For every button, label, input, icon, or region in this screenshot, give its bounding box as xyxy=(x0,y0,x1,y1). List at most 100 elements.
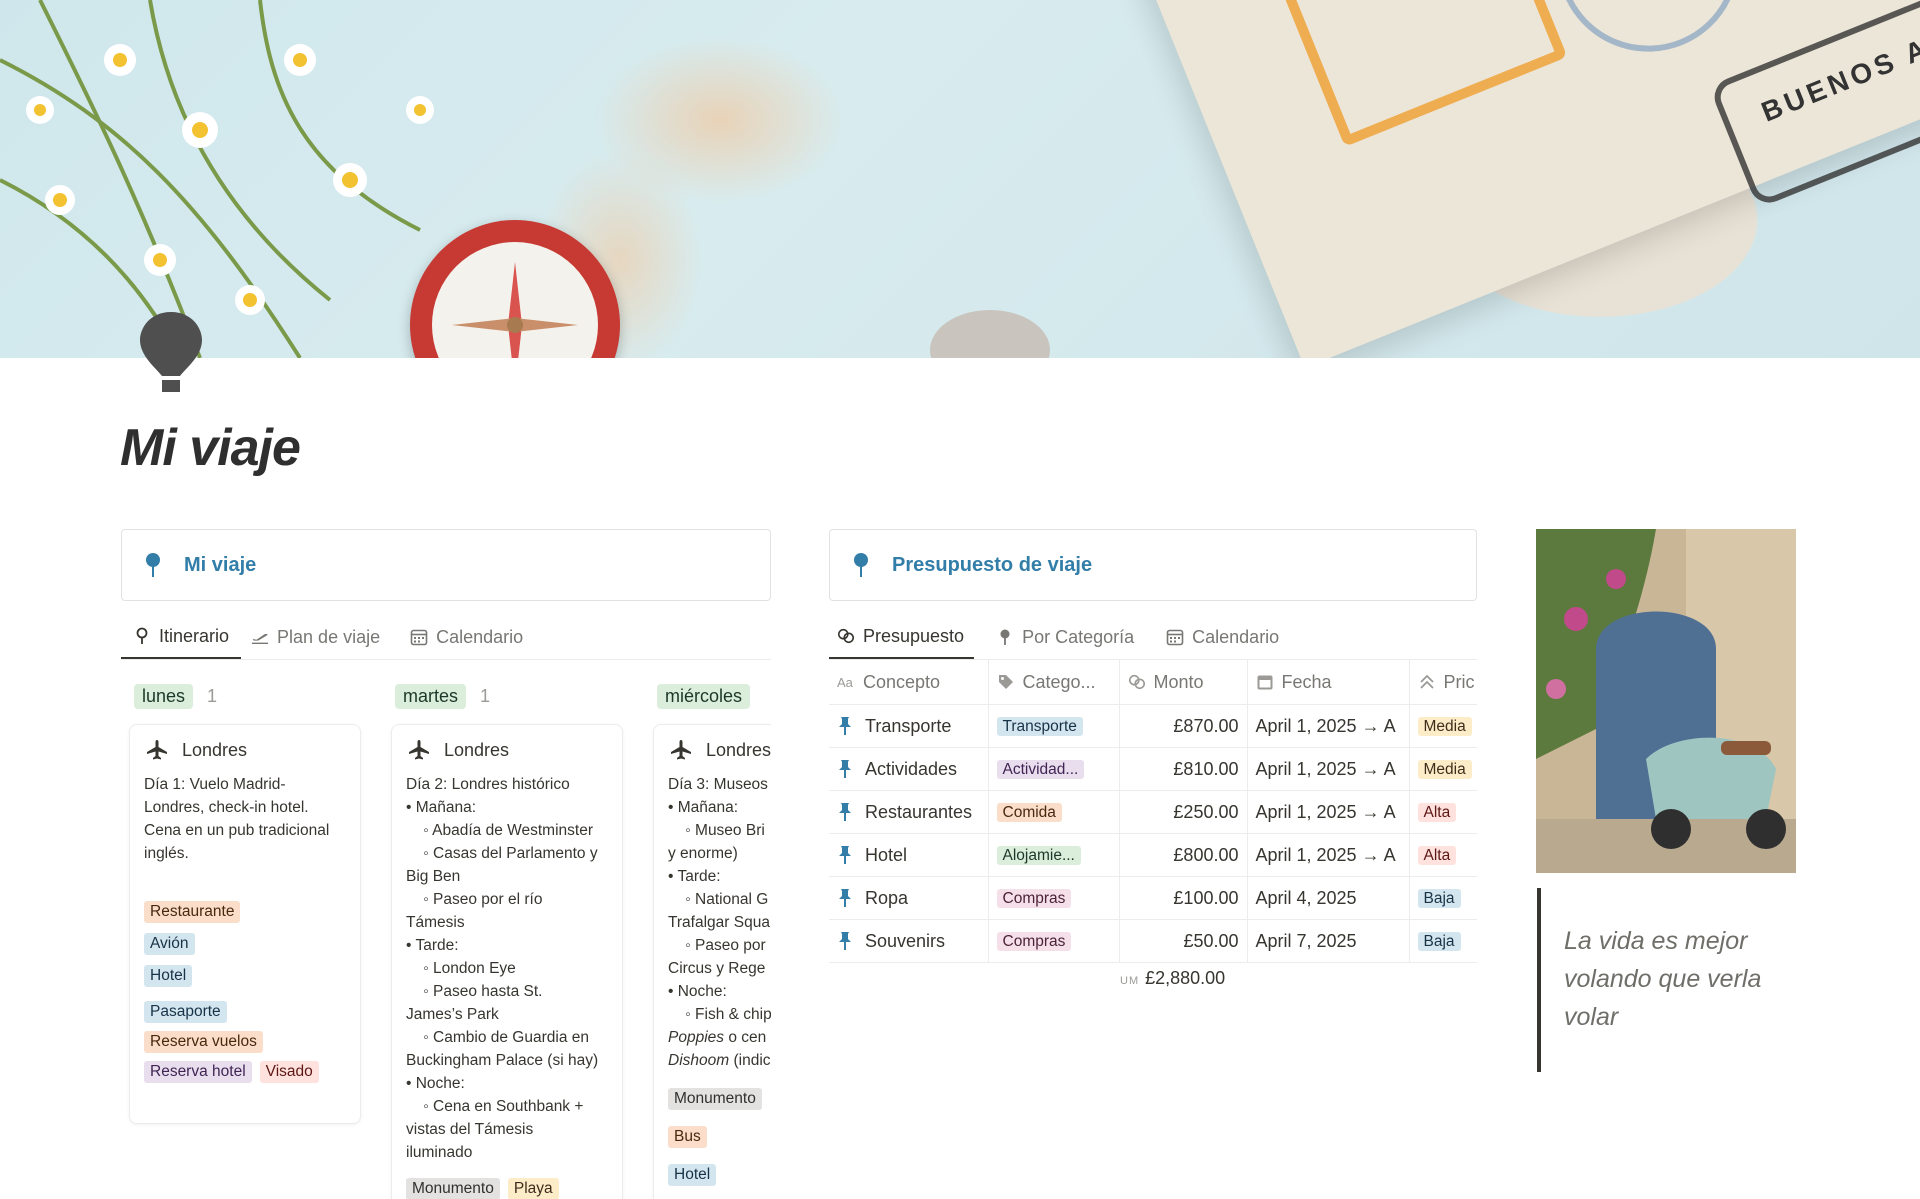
cell-fecha[interactable]: April 7, 2025 xyxy=(1247,919,1410,963)
cell-fecha[interactable]: April 1, 2025 → A xyxy=(1247,704,1410,748)
table-row[interactable]: Transporte Transporte £870.00 April 1, 2025… xyxy=(829,704,1477,748)
money-exchange-icon xyxy=(837,628,855,644)
column-header-categoria[interactable]: Catego... xyxy=(988,660,1120,705)
page-title: Mi viaje xyxy=(120,419,301,477)
cover-image: BUENOS AIRES xyxy=(0,0,1920,358)
pushpin-icon xyxy=(839,760,851,778)
cell-prioridad[interactable]: Baja xyxy=(1409,876,1477,920)
quote-text: La vida es mejor volando que verla volar xyxy=(1564,927,1762,1031)
category-tag: Comida xyxy=(996,803,1062,822)
group-count: 1 xyxy=(480,686,491,706)
cell-concepto[interactable]: Hotel xyxy=(829,833,989,877)
pin-icon xyxy=(854,553,868,577)
tag-playa: Playa xyxy=(507,1178,559,1199)
tab-itinerario[interactable]: Itinerario xyxy=(121,615,242,659)
board-card-lunes[interactable]: Londres Día 1: Vuelo Madrid- Londres, ch… xyxy=(129,724,361,1124)
cover-stamp-round xyxy=(1529,0,1767,80)
board-card-martes[interactable]: Londres Día 2: Londres histórico • Mañan… xyxy=(391,724,623,1199)
tag-avion: Avión xyxy=(144,933,195,955)
column-header-prioridad[interactable]: Pric xyxy=(1409,660,1477,705)
tab-calendario[interactable]: Calendario xyxy=(400,615,533,659)
tag-monumento: Monumento xyxy=(668,1088,762,1110)
airplane-takeoff-icon xyxy=(251,633,269,645)
group-count: 1 xyxy=(207,686,218,706)
tag-visado: Visado xyxy=(259,1061,319,1083)
cell-prioridad[interactable]: Alta xyxy=(1409,790,1477,834)
pin-icon xyxy=(1000,629,1010,645)
cell-fecha[interactable]: April 1, 2025 → A xyxy=(1247,747,1410,791)
tag-pasaporte: Pasaporte xyxy=(144,1001,227,1023)
hot-air-balloon-icon xyxy=(140,312,202,392)
card-description: Día 2: Londres histórico • Mañana: ◦ Aba… xyxy=(406,776,599,1161)
priority-tag: Media xyxy=(1417,717,1472,736)
cell-monto[interactable]: £100.00 xyxy=(1119,876,1248,920)
tag-icon xyxy=(998,675,1013,689)
category-tag: Alojamie... xyxy=(996,846,1081,865)
tag-reserva-vuelos: Reserva vuelos xyxy=(144,1031,263,1053)
cell-categoria[interactable]: Transporte xyxy=(988,704,1120,748)
tab-por-categoria[interactable]: Por Categoría xyxy=(986,615,1144,659)
airplane-icon xyxy=(147,740,167,760)
cell-fecha[interactable]: April 1, 2025 → A xyxy=(1247,790,1410,834)
cover-stone xyxy=(930,310,1050,358)
category-tag: Transporte xyxy=(996,717,1083,736)
budget-tabs: Presupuesto Por Categoría Calendario xyxy=(829,616,1477,660)
board-card-miercoles[interactable]: Londres Día 3: Museos • Mañana: ◦ Museo … xyxy=(653,724,771,1199)
cell-monto[interactable]: £800.00 xyxy=(1119,833,1248,877)
cell-monto[interactable]: £870.00 xyxy=(1119,704,1248,748)
cell-concepto[interactable]: Actividades xyxy=(829,747,989,791)
priority-tag: Alta xyxy=(1417,803,1457,822)
cell-concepto[interactable]: Ropa xyxy=(829,876,989,920)
category-tag: Compras xyxy=(996,932,1072,951)
scooter-photo xyxy=(1536,529,1796,873)
calendar-icon xyxy=(410,629,428,646)
table-row[interactable]: Hotel Alojamie... £800.00 April 1, 2025 → A… xyxy=(829,833,1477,877)
cell-prioridad[interactable]: Media xyxy=(1409,747,1477,791)
cell-monto[interactable]: £810.00 xyxy=(1119,747,1248,791)
cell-monto[interactable]: £250.00 xyxy=(1119,790,1248,834)
itinerary-tabs: Itinerario Plan de viaje Calendario xyxy=(121,616,771,660)
category-tag: Compras xyxy=(996,889,1072,908)
card-title: Londres xyxy=(706,739,771,760)
cell-fecha[interactable]: April 4, 2025 xyxy=(1247,876,1410,920)
cell-categoria[interactable]: Compras xyxy=(988,919,1120,963)
table-row[interactable]: Ropa Compras £100.00 April 4, 2025 Baja xyxy=(829,876,1477,920)
tab-plan-de-viaje[interactable]: Plan de viaje xyxy=(241,615,390,659)
cell-categoria[interactable]: Actividad... xyxy=(988,747,1120,791)
budget-table: Aa Concepto Catego... Monto Fecha Pric Tr… xyxy=(829,660,1477,963)
cell-prioridad[interactable]: Alta xyxy=(1409,833,1477,877)
budget-sum: UM £2,880.00 xyxy=(1120,968,1225,989)
column-header-monto[interactable]: Monto xyxy=(1119,660,1248,705)
airplane-icon xyxy=(671,740,691,760)
cell-concepto[interactable]: Souvenirs xyxy=(829,919,989,963)
calendar-icon xyxy=(1166,629,1184,646)
cell-prioridad[interactable]: Baja xyxy=(1409,919,1477,963)
pin-outline-icon xyxy=(136,627,148,644)
cell-categoria[interactable]: Compras xyxy=(988,876,1120,920)
cell-fecha[interactable]: April 1, 2025 → A xyxy=(1247,833,1410,877)
cell-categoria[interactable]: Alojamie... xyxy=(988,833,1120,877)
text-property-icon: Aa xyxy=(837,675,854,690)
budget-table-wrapper: Aa Concepto Catego... Monto Fecha Pric Tr… xyxy=(829,660,1477,963)
cell-concepto[interactable]: Transporte xyxy=(829,704,989,748)
cover-passport: BUENOS AIRES xyxy=(1140,0,1920,358)
budget-callout: Presupuesto de viaje xyxy=(829,529,1477,601)
table-row[interactable]: Actividades Actividad... £810.00 April 1, 2… xyxy=(829,747,1477,791)
pushpin-icon xyxy=(839,846,851,864)
cell-prioridad[interactable]: Media xyxy=(1409,704,1477,748)
column-header-fecha[interactable]: Fecha xyxy=(1247,660,1410,705)
money-exchange-icon xyxy=(1128,674,1145,690)
tab-calendario-presupuesto[interactable]: Calendario xyxy=(1156,615,1289,659)
column-header-concepto[interactable]: Aa Concepto xyxy=(829,660,989,705)
group-header-miercoles: miércoles xyxy=(657,684,751,709)
itinerary-board: lunes 1 Londres Día 1: Vuelo Madrid- Lon… xyxy=(121,676,771,1199)
table-row[interactable]: Souvenirs Compras £50.00 April 7, 2025 Baja xyxy=(829,919,1477,963)
table-row[interactable]: Restaurantes Comida £250.00 April 1, 2025 →… xyxy=(829,790,1477,834)
group-tag: martes xyxy=(395,684,467,709)
sum-value: £2,880.00 xyxy=(1145,968,1226,988)
cell-categoria[interactable]: Comida xyxy=(988,790,1120,834)
cell-monto[interactable]: £50.00 xyxy=(1119,919,1248,963)
table-header-row: Aa Concepto Catego... Monto Fecha Pric xyxy=(829,660,1477,705)
tab-presupuesto[interactable]: Presupuesto xyxy=(829,615,975,659)
cell-concepto[interactable]: Restaurantes xyxy=(829,790,989,834)
